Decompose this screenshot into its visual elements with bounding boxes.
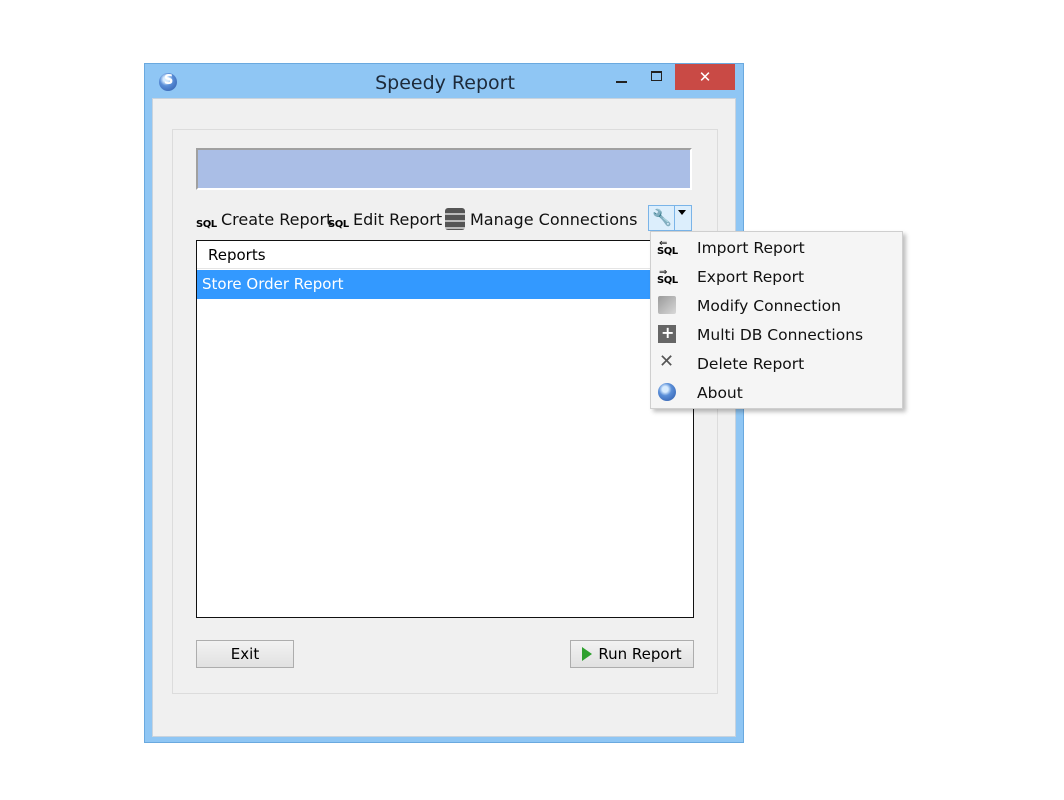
tools-dropdown-menu: ⇐ SQL Import Report ⇒ SQL Export Report Mo… (650, 231, 903, 409)
menu-item-import-report[interactable]: ⇐ SQL Import Report (651, 233, 902, 262)
create-report-label: Create Report (221, 209, 333, 229)
reports-column-header[interactable]: Reports (197, 241, 693, 269)
maximize-button[interactable] (643, 64, 669, 90)
modify-connection-icon (658, 296, 676, 314)
tools-dropdown-button[interactable]: 🔧 (648, 205, 692, 231)
reports-list[interactable]: Reports Store Order Report (196, 240, 694, 618)
edit-report-label: Edit Report (353, 209, 443, 229)
status-bar (196, 148, 692, 190)
menu-item-modify-connection[interactable]: Modify Connection (651, 291, 902, 320)
manage-connections-label: Manage Connections (470, 209, 638, 229)
edit-sql-icon: SQL (328, 219, 349, 230)
edit-report-button[interactable]: SQL Edit Report (328, 206, 442, 232)
play-icon (582, 647, 593, 661)
menu-item-label: Import Report (697, 238, 805, 257)
menu-item-label: About (697, 383, 743, 402)
main-group: SQL Create Report SQL Edit Report Manage… (172, 129, 718, 694)
multi-db-icon (658, 323, 676, 343)
menu-item-about[interactable]: About (651, 378, 902, 407)
wrench-icon: 🔧 (652, 208, 672, 227)
minimize-button[interactable] (609, 64, 635, 90)
create-report-button[interactable]: SQL Create Report (196, 206, 332, 232)
menu-item-delete-report[interactable]: ✕ Delete Report (651, 349, 902, 378)
menu-item-export-report[interactable]: ⇒ SQL Export Report (651, 262, 902, 291)
split-separator (674, 206, 675, 230)
chevron-down-icon[interactable] (678, 210, 686, 215)
menu-item-label: Multi DB Connections (697, 325, 864, 344)
menu-item-multi-db-connections[interactable]: Multi DB Connections (651, 320, 902, 349)
run-report-label: Run Report (598, 645, 682, 663)
exit-button[interactable]: Exit (196, 640, 294, 668)
create-sql-icon: SQL (196, 219, 217, 230)
client-area: SQL Create Report SQL Edit Report Manage… (152, 98, 736, 737)
list-item[interactable]: Store Order Report (197, 270, 693, 299)
about-icon (658, 383, 676, 401)
menu-item-label: Export Report (697, 267, 805, 286)
menu-item-label: Modify Connection (697, 296, 841, 315)
run-report-button[interactable]: Run Report (570, 640, 694, 668)
export-sql-icon: ⇒ SQL (657, 267, 678, 286)
delete-icon: ✕ (659, 351, 675, 372)
exit-label: Exit (230, 645, 260, 663)
import-sql-icon: ⇐ SQL (657, 238, 678, 257)
manage-connections-button[interactable]: Manage Connections (445, 206, 638, 232)
close-button[interactable]: ✕ (675, 64, 735, 90)
database-icon (445, 208, 465, 230)
menu-item-label: Delete Report (697, 354, 805, 373)
title-bar[interactable]: Speedy Report ✕ (145, 64, 743, 98)
